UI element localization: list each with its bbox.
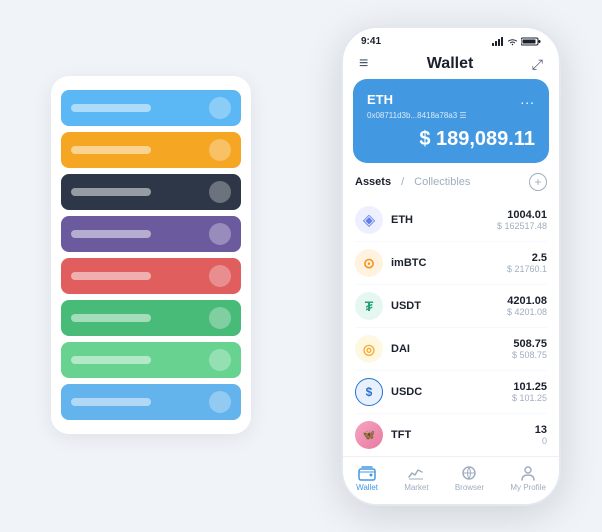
eth-balance: $ 189,089.11 [367, 128, 535, 151]
eth-address: 0x08711d3b...8418a78a3 ☰ [367, 111, 535, 120]
card-text-blue [71, 104, 151, 112]
dai-amount: 508.75 [512, 338, 547, 350]
dai-icon: ◎ [355, 335, 383, 363]
tab-divider: / [401, 176, 404, 188]
nav-bar: ≡ Wallet ⤢ [343, 51, 559, 79]
usdc-icon: $ [355, 378, 383, 406]
card-icon-lightblue [209, 391, 231, 413]
eth-amounts: 1004.01 $ 162517.48 [497, 209, 547, 231]
dai-name: DAI [391, 343, 512, 355]
eth-card[interactable]: ETH ... 0x08711d3b...8418a78a3 ☰ $ 189,0… [353, 79, 549, 163]
dai-amounts: 508.75 $ 508.75 [512, 338, 547, 360]
eth-usd: $ 162517.48 [497, 221, 547, 231]
usdt-amount: 4201.08 [507, 295, 547, 307]
nav-item-browser[interactable]: Browser [455, 465, 484, 492]
asset-row-usdc[interactable]: $ USDC 101.25 $ 101.25 [355, 371, 547, 414]
card-icon-purple [209, 223, 231, 245]
asset-row-imbtc[interactable]: ⊙ imBTC 2.5 $ 21760.1 [355, 242, 547, 285]
card-text-purple [71, 230, 151, 238]
menu-icon[interactable]: ≡ [359, 55, 368, 73]
usdt-usd: $ 4201.08 [507, 307, 547, 317]
wallet-nav-icon [358, 465, 376, 481]
card-text-orange [71, 146, 151, 154]
expand-icon[interactable]: ⤢ [532, 56, 543, 73]
stack-card-orange[interactable] [61, 132, 241, 168]
imbtc-icon: ⊙ [355, 249, 383, 277]
usdt-amounts: 4201.08 $ 4201.08 [507, 295, 547, 317]
eth-icon: ◈ [355, 206, 383, 234]
status-bar: 9:41 [343, 28, 559, 51]
stack-card-lightgreen[interactable] [61, 342, 241, 378]
status-time: 9:41 [361, 36, 381, 47]
wifi-icon [507, 38, 518, 46]
usdt-icon: ₮ [355, 292, 383, 320]
eth-card-header: ETH ... [367, 91, 535, 107]
stack-card-blue[interactable] [61, 90, 241, 126]
assets-tabs: Assets / Collectibles [355, 176, 470, 188]
signal-icon [492, 37, 504, 46]
card-icon-blue [209, 97, 231, 119]
tab-collectibles[interactable]: Collectibles [414, 176, 470, 188]
browser-nav-icon [460, 465, 478, 481]
asset-list: ◈ ETH 1004.01 $ 162517.48 ⊙ imBTC 2.5 $ … [343, 199, 559, 456]
card-text-dark [71, 188, 151, 196]
tft-amounts: 13 0 [535, 424, 547, 446]
assets-header: Assets / Collectibles + [343, 173, 559, 199]
usdc-amounts: 101.25 $ 101.25 [512, 381, 547, 403]
eth-amount: 1004.01 [497, 209, 547, 221]
usdc-amount: 101.25 [512, 381, 547, 393]
card-text-lightblue [71, 398, 151, 406]
asset-row-usdt[interactable]: ₮ USDT 4201.08 $ 4201.08 [355, 285, 547, 328]
phone-mockup: 9:41 [341, 26, 561, 506]
battery-icon [521, 37, 541, 46]
eth-name: ETH [391, 214, 497, 226]
status-icons [492, 37, 541, 46]
card-text-red [71, 272, 151, 280]
asset-row-eth[interactable]: ◈ ETH 1004.01 $ 162517.48 [355, 199, 547, 242]
card-icon-dark [209, 181, 231, 203]
asset-row-tft[interactable]: 🦋 TFT 13 0 [355, 414, 547, 456]
tft-amount: 13 [535, 424, 547, 436]
nav-item-wallet[interactable]: Wallet [356, 465, 378, 492]
imbtc-usd: $ 21760.1 [507, 264, 547, 274]
eth-card-dots[interactable]: ... [520, 91, 535, 107]
card-icon-red [209, 265, 231, 287]
eth-card-title: ETH [367, 92, 393, 107]
stack-card-green[interactable] [61, 300, 241, 336]
tab-assets[interactable]: Assets [355, 176, 391, 188]
card-icon-orange [209, 139, 231, 161]
market-nav-label: Market [404, 483, 428, 492]
profile-nav-icon [519, 465, 537, 481]
asset-row-dai[interactable]: ◎ DAI 508.75 $ 508.75 [355, 328, 547, 371]
imbtc-name: imBTC [391, 257, 507, 269]
card-text-green [71, 314, 151, 322]
wallet-nav-label: Wallet [356, 483, 378, 492]
tft-usd: 0 [535, 436, 547, 446]
scene: 9:41 [21, 16, 581, 516]
card-icon-lightgreen [209, 349, 231, 371]
card-stack [51, 76, 251, 434]
tft-name: TFT [391, 429, 535, 441]
imbtc-amounts: 2.5 $ 21760.1 [507, 252, 547, 274]
usdc-usd: $ 101.25 [512, 393, 547, 403]
nav-item-profile[interactable]: My Profile [510, 465, 546, 492]
usdc-name: USDC [391, 386, 512, 398]
nav-item-market[interactable]: Market [404, 465, 428, 492]
dai-usd: $ 508.75 [512, 350, 547, 360]
stack-card-lightblue[interactable] [61, 384, 241, 420]
tft-icon: 🦋 [355, 421, 383, 449]
browser-nav-label: Browser [455, 483, 484, 492]
imbtc-amount: 2.5 [507, 252, 547, 264]
add-asset-button[interactable]: + [529, 173, 547, 191]
stack-card-dark[interactable] [61, 174, 241, 210]
bottom-nav: Wallet Market Browser [343, 456, 559, 504]
page-title: Wallet [427, 55, 474, 73]
card-text-lightgreen [71, 356, 151, 364]
profile-nav-label: My Profile [510, 483, 546, 492]
stack-card-red[interactable] [61, 258, 241, 294]
card-icon-green [209, 307, 231, 329]
usdt-name: USDT [391, 300, 507, 312]
market-nav-icon [407, 465, 425, 481]
stack-card-purple[interactable] [61, 216, 241, 252]
